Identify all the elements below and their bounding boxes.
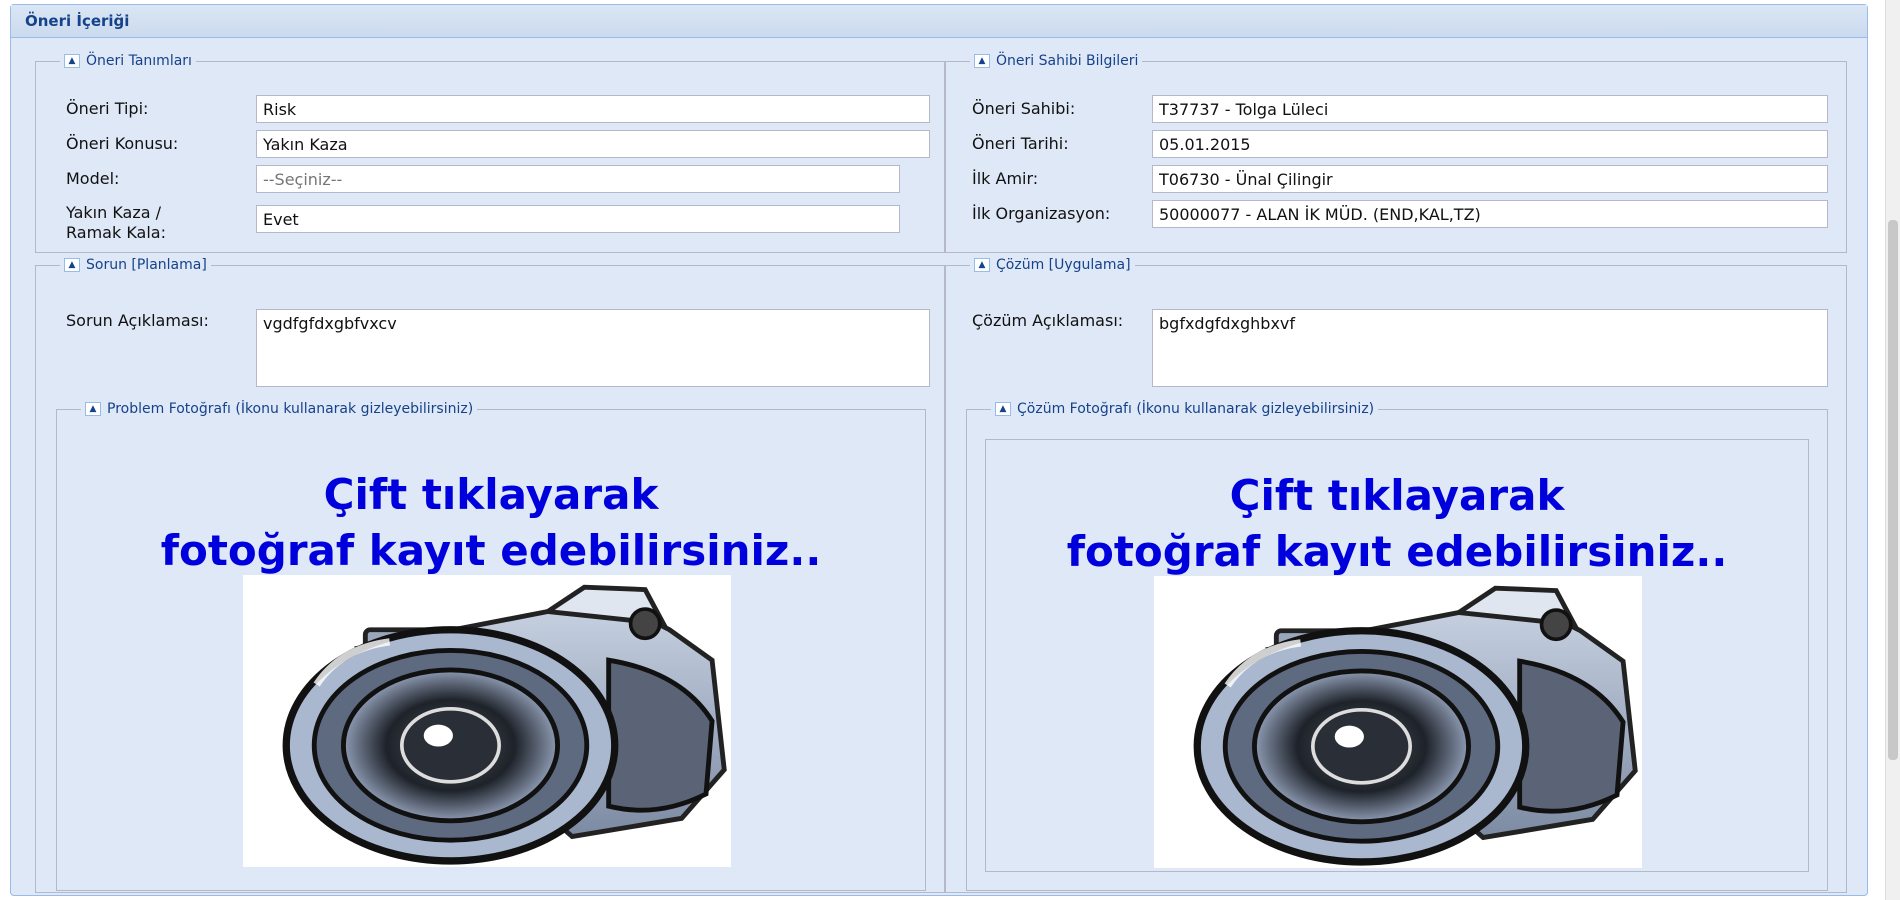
collapse-up-icon[interactable]: ▲ xyxy=(974,258,990,272)
oneri-tipi-label: Öneri Tipi: xyxy=(66,99,149,118)
ilk-organizasyon-field[interactable] xyxy=(1152,200,1828,228)
ilk-amir-label: İlk Amir: xyxy=(972,169,1039,188)
yakin-kaza-field[interactable] xyxy=(256,205,900,233)
oneri-sahibi-fieldset: ▲ Öneri Sahibi Bilgileri Öneri Sahibi: Ö… xyxy=(945,53,1847,253)
cozum-uygulama-fieldset: ▲ Çözüm [Uygulama] Çözüm Açıklaması: bgf… xyxy=(945,257,1847,893)
camera-icon xyxy=(1154,576,1642,868)
sorun-planlama-fieldset: ▲ Sorun [Planlama] Sorun Açıklaması: vgd… xyxy=(35,257,945,893)
oneri-sahibi-label: Öneri Sahibi: xyxy=(972,99,1076,118)
cozum-fotografi-legend: ▲ Çözüm Fotoğrafı (İkonu kullanarak gizl… xyxy=(991,401,1378,417)
panel-title: Öneri İçeriği xyxy=(11,5,1867,38)
problem-photo-dropzone[interactable]: Çift tıklayarak fotoğraf kayıt edebilirs… xyxy=(57,417,925,890)
yakin-kaza-label-line1: Yakın Kaza / xyxy=(66,203,162,222)
problem-fotografi-fieldset: ▲ Problem Fotoğrafı (İkonu kullanarak gi… xyxy=(56,401,926,891)
scrollbar-thumb[interactable] xyxy=(1888,220,1898,760)
legend-label: Öneri Sahibi Bilgileri xyxy=(996,53,1139,69)
oneri-tarihi-label: Öneri Tarihi: xyxy=(972,134,1069,153)
legend-label: Sorun [Planlama] xyxy=(86,257,207,273)
legend-label: Problem Fotoğrafı (İkonu kullanarak gizl… xyxy=(107,401,474,417)
model-label: Model: xyxy=(66,169,120,188)
oneri-tanimlari-legend: ▲ Öneri Tanımları xyxy=(60,53,196,69)
photo-instruction-line1: Çift tıklayarak xyxy=(323,470,659,519)
oneri-tipi-field[interactable] xyxy=(256,95,930,123)
oneri-tarihi-field[interactable] xyxy=(1152,130,1828,158)
yakin-kaza-label-line2: Ramak Kala: xyxy=(66,223,166,242)
oneri-sahibi-legend: ▲ Öneri Sahibi Bilgileri xyxy=(970,53,1142,69)
cozum-photo-dropzone[interactable]: Çift tıklayarak fotoğraf kayıt edebilirs… xyxy=(985,439,1809,872)
cozum-aciklamasi-textarea[interactable]: bgfxdgfdxghbxvf xyxy=(1152,309,1828,387)
page-scrollbar[interactable] xyxy=(1885,0,1900,900)
ilk-amir-field[interactable] xyxy=(1152,165,1828,193)
photo-instruction-line2: fotoğraf kayıt edebilirsiniz.. xyxy=(1066,527,1728,576)
cozum-uygulama-legend: ▲ Çözüm [Uygulama] xyxy=(970,257,1135,273)
sorun-aciklamasi-textarea[interactable]: vgdfgfdxgbfvxcv xyxy=(256,309,930,387)
cozum-fotografi-fieldset: ▲ Çözüm Fotoğrafı (İkonu kullanarak gizl… xyxy=(966,401,1828,891)
collapse-up-icon[interactable]: ▲ xyxy=(974,54,990,68)
oneri-konusu-field[interactable] xyxy=(256,130,930,158)
legend-label: Çözüm [Uygulama] xyxy=(996,257,1131,273)
photo-instruction-line1: Çift tıklayarak xyxy=(1229,471,1565,520)
legend-label: Öneri Tanımları xyxy=(86,53,192,69)
photo-instruction-line2: fotoğraf kayıt edebilirsiniz.. xyxy=(160,526,822,575)
collapse-up-icon[interactable]: ▲ xyxy=(85,402,101,416)
problem-fotografi-legend: ▲ Problem Fotoğrafı (İkonu kullanarak gi… xyxy=(81,401,477,417)
oneri-tanimlari-fieldset: ▲ Öneri Tanımları Öneri Tipi: Öneri Konu… xyxy=(35,53,945,253)
sorun-planlama-legend: ▲ Sorun [Planlama] xyxy=(60,257,211,273)
camera-icon xyxy=(243,575,731,867)
cozum-aciklamasi-label: Çözüm Açıklaması: xyxy=(972,311,1124,330)
model-select[interactable] xyxy=(256,165,900,193)
legend-label: Çözüm Fotoğrafı (İkonu kullanarak gizley… xyxy=(1017,401,1375,417)
ilk-organizasyon-label: İlk Organizasyon: xyxy=(972,204,1111,223)
collapse-up-icon[interactable]: ▲ xyxy=(64,54,80,68)
sorun-aciklamasi-label: Sorun Açıklaması: xyxy=(66,311,209,330)
oneri-konusu-label: Öneri Konusu: xyxy=(66,134,179,153)
collapse-up-icon[interactable]: ▲ xyxy=(995,402,1011,416)
oneri-icerigi-panel: Öneri İçeriği ▲ Öneri Tanımları Öneri Ti… xyxy=(10,4,1868,896)
oneri-sahibi-field[interactable] xyxy=(1152,95,1828,123)
collapse-up-icon[interactable]: ▲ xyxy=(64,258,80,272)
